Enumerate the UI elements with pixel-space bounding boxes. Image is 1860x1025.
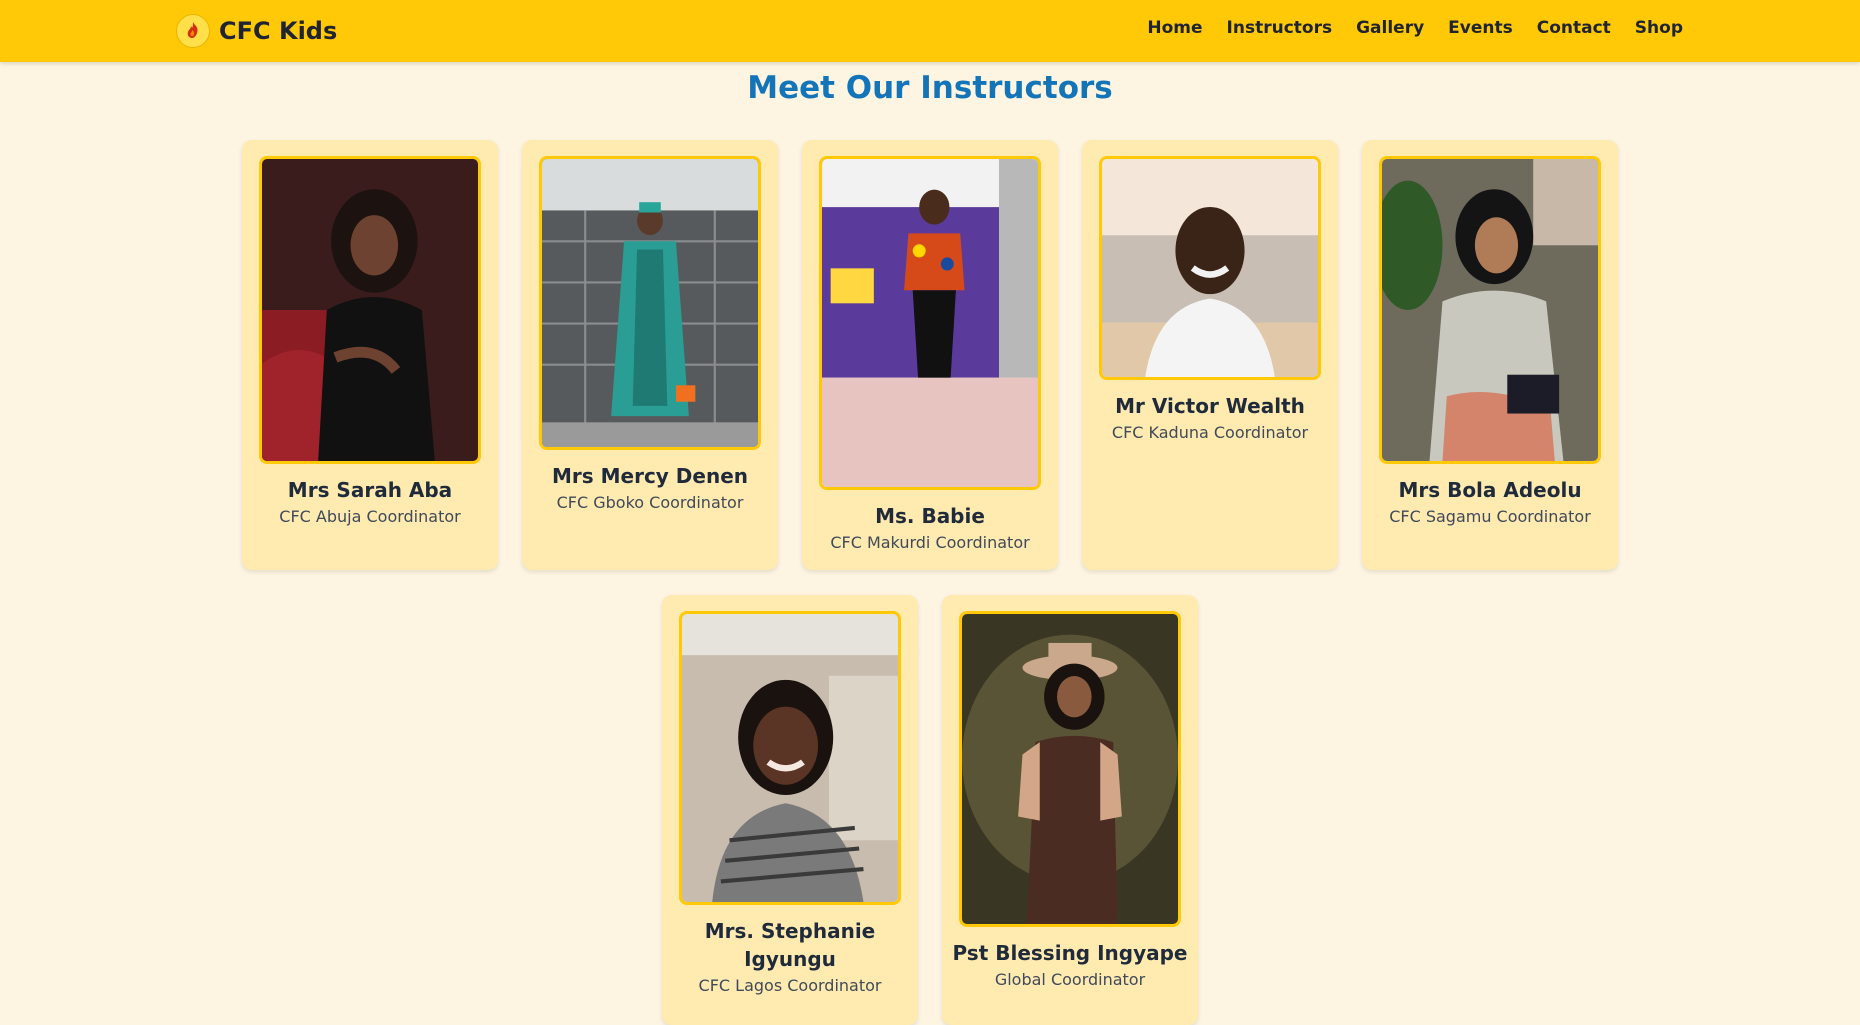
instructor-card: Ms. Babie CFC Makurdi Coordinator (802, 140, 1058, 570)
brand-name: CFC Kids (219, 17, 338, 45)
instructor-role: CFC Lagos Coordinator (698, 976, 882, 995)
instructor-role: Global Coordinator (994, 970, 1146, 989)
nav-link-instructors[interactable]: Instructors (1227, 18, 1333, 38)
instructor-name: Mrs. Stephanie Igyungu (704, 919, 876, 971)
brand-link[interactable]: CFC Kids (176, 13, 337, 49)
instructor-role: CFC Makurdi Coordinator (830, 533, 1030, 552)
instructor-name: Mrs Bola Adeolu (1398, 478, 1582, 502)
instructor-role: CFC Sagamu Coordinator (1389, 507, 1591, 526)
instructor-card: Pst Blessing Ingyape Global Coordinator (942, 595, 1198, 1025)
instructor-photo (1379, 156, 1601, 464)
nav-link-gallery[interactable]: Gallery (1356, 18, 1424, 38)
instructor-photo (959, 611, 1181, 927)
instructor-name: Mr Victor Wealth (1115, 394, 1305, 418)
instructor-photo (259, 156, 481, 464)
instructor-card: Mr Victor Wealth CFC Kaduna Coordinator (1082, 140, 1338, 570)
instructor-photo (679, 611, 901, 905)
instructor-photo (819, 156, 1041, 490)
nav-menu: Home Instructors Gallery Events Contact … (1147, 18, 1683, 38)
nav-link-contact[interactable]: Contact (1537, 18, 1611, 38)
instructor-photo (1099, 156, 1321, 380)
instructor-name: Ms. Babie (875, 504, 985, 528)
instructor-card: Mrs Sarah Aba CFC Abuja Coordinator (242, 140, 498, 570)
instructor-card: Mrs Bola Adeolu CFC Sagamu Coordinator (1362, 140, 1618, 570)
top-navbar: CFC Kids Home Instructors Gallery Events… (0, 0, 1860, 62)
instructor-card: Mrs Mercy Denen CFC Gboko Coordinator (522, 140, 778, 570)
instructor-role: CFC Kaduna Coordinator (1111, 423, 1309, 442)
instructor-role: CFC Abuja Coordinator (279, 507, 461, 526)
instructor-name: Pst Blessing Ingyape (952, 941, 1188, 965)
instructor-name: Mrs Mercy Denen (551, 464, 749, 488)
instructor-photo (539, 156, 761, 450)
instructor-name: Mrs Sarah Aba (287, 478, 453, 502)
nav-link-shop[interactable]: Shop (1635, 18, 1683, 38)
nav-link-events[interactable]: Events (1448, 18, 1513, 38)
instructor-card: Mrs. Stephanie Igyungu CFC Lagos Coordin… (662, 595, 918, 1025)
nav-link-home[interactable]: Home (1147, 18, 1202, 38)
instructor-role: CFC Gboko Coordinator (556, 493, 744, 512)
page-title: Meet Our Instructors (747, 70, 1113, 106)
flame-logo-icon (176, 14, 210, 48)
